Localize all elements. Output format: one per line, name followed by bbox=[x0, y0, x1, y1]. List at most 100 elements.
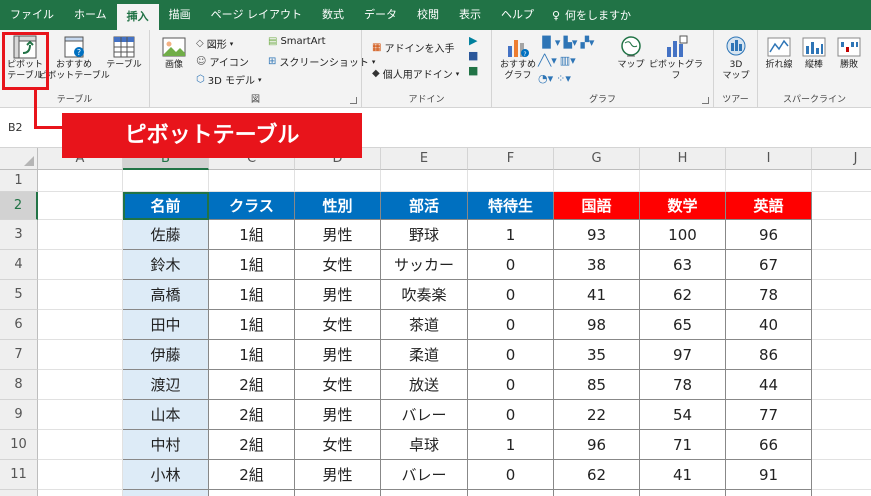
statistic-chart-icon[interactable]: ▥▾ bbox=[560, 54, 576, 67]
table-cell[interactable]: 卓球 bbox=[381, 430, 468, 460]
table-cell[interactable]: 女性 bbox=[295, 370, 381, 400]
table-cell[interactable]: 1組 bbox=[209, 340, 295, 370]
table-cell[interactable]: 29 bbox=[554, 490, 640, 496]
cell[interactable] bbox=[38, 220, 123, 250]
table-cell[interactable]: 35 bbox=[554, 340, 640, 370]
cell[interactable] bbox=[38, 400, 123, 430]
cell[interactable] bbox=[640, 170, 726, 192]
table-cell[interactable]: 0 bbox=[468, 250, 554, 280]
row-header-1[interactable]: 1 bbox=[0, 170, 38, 192]
sparkline-column-button[interactable]: 縦棒 bbox=[798, 34, 830, 71]
table-cell[interactable]: 女性 bbox=[295, 490, 381, 496]
table-cell[interactable]: 1 bbox=[468, 430, 554, 460]
table-cell[interactable]: 0 bbox=[468, 280, 554, 310]
sparkline-winloss-button[interactable]: 勝敗 bbox=[832, 34, 866, 71]
table-cell[interactable]: 1組 bbox=[209, 250, 295, 280]
column-header-E[interactable]: E bbox=[381, 148, 468, 170]
table-name-cell[interactable]: 田中 bbox=[123, 310, 209, 340]
table-cell[interactable]: 67 bbox=[726, 250, 812, 280]
tab-3[interactable]: 描画 bbox=[159, 0, 201, 30]
table-cell[interactable]: 97 bbox=[640, 340, 726, 370]
cell[interactable] bbox=[38, 250, 123, 280]
table-name-cell[interactable]: 伊藤 bbox=[123, 340, 209, 370]
row-header-6[interactable]: 6 bbox=[0, 310, 38, 340]
cell[interactable] bbox=[726, 170, 812, 192]
cell[interactable] bbox=[209, 170, 295, 192]
cell[interactable] bbox=[812, 170, 871, 192]
cell[interactable] bbox=[812, 340, 871, 370]
table-cell[interactable]: 0 bbox=[468, 460, 554, 490]
people-graph-icon[interactable]: ■ bbox=[468, 64, 478, 77]
cell[interactable] bbox=[38, 340, 123, 370]
column-header-I[interactable]: I bbox=[726, 148, 812, 170]
table-cell[interactable]: バレー bbox=[381, 400, 468, 430]
table-cell[interactable]: 62 bbox=[640, 280, 726, 310]
table-cell[interactable]: 1組 bbox=[209, 280, 295, 310]
cell[interactable] bbox=[812, 370, 871, 400]
table-cell[interactable]: 0 bbox=[468, 370, 554, 400]
table-header-cell[interactable]: 性別 bbox=[295, 192, 381, 220]
table-cell[interactable]: 91 bbox=[726, 460, 812, 490]
recommended-charts-button[interactable]: ? おすすめ グラフ bbox=[498, 34, 538, 82]
tab-0[interactable]: ファイル bbox=[0, 0, 64, 30]
column-header-H[interactable]: H bbox=[640, 148, 726, 170]
table-cell[interactable]: 65 bbox=[640, 310, 726, 340]
cell[interactable] bbox=[812, 250, 871, 280]
dialog-launcher-icon[interactable] bbox=[350, 97, 357, 104]
table-cell[interactable]: 野球 bbox=[381, 220, 468, 250]
table-cell[interactable]: 女性 bbox=[295, 250, 381, 280]
row-header-9[interactable]: 9 bbox=[0, 400, 38, 430]
row-header-7[interactable]: 7 bbox=[0, 340, 38, 370]
table-cell[interactable]: 2組 bbox=[209, 430, 295, 460]
tab-7[interactable]: 校閲 bbox=[407, 0, 449, 30]
sparkline-line-button[interactable]: 折れ線 bbox=[762, 34, 796, 71]
table-cell[interactable]: 77 bbox=[726, 400, 812, 430]
cell[interactable] bbox=[38, 430, 123, 460]
cell[interactable] bbox=[38, 460, 123, 490]
table-cell[interactable]: 73 bbox=[640, 490, 726, 496]
table-cell[interactable]: 吹奏楽 bbox=[381, 280, 468, 310]
table-cell[interactable]: 男性 bbox=[295, 220, 381, 250]
table-cell[interactable]: 93 bbox=[554, 220, 640, 250]
table-cell[interactable]: 女性 bbox=[295, 430, 381, 460]
personal-addins-button[interactable]: ◆ 個人用アドイン ▾ bbox=[372, 66, 459, 81]
cell[interactable] bbox=[38, 310, 123, 340]
column-chart-icon[interactable]: ▐▌▾ bbox=[538, 36, 560, 49]
table-cell[interactable]: 男性 bbox=[295, 400, 381, 430]
table-header-cell[interactable]: 英語 bbox=[726, 192, 812, 220]
cell[interactable] bbox=[38, 280, 123, 310]
table-header-cell[interactable]: 国語 bbox=[554, 192, 640, 220]
cell[interactable] bbox=[295, 170, 381, 192]
row-header-12[interactable]: 12 bbox=[0, 490, 38, 496]
table-cell[interactable]: 40 bbox=[726, 310, 812, 340]
table-cell[interactable]: 63 bbox=[640, 250, 726, 280]
table-header-cell[interactable]: 特待生 bbox=[468, 192, 554, 220]
table-cell[interactable]: 96 bbox=[726, 220, 812, 250]
table-header-cell[interactable]: 名前 bbox=[123, 192, 209, 220]
line-chart-icon[interactable]: ╱╲▾ bbox=[538, 54, 557, 67]
table-cell[interactable]: 44 bbox=[726, 370, 812, 400]
column-header-G[interactable]: G bbox=[554, 148, 640, 170]
table-name-cell[interactable]: 山本 bbox=[123, 400, 209, 430]
shapes-button[interactable]: ◇ 図形 ▾ bbox=[196, 36, 233, 51]
table-cell[interactable]: 62 bbox=[554, 460, 640, 490]
table-cell[interactable]: バレー bbox=[381, 460, 468, 490]
table-cell[interactable]: 1 bbox=[468, 220, 554, 250]
3d-map-button[interactable]: 3D マップ bbox=[718, 34, 754, 82]
table-cell[interactable]: 1組 bbox=[209, 220, 295, 250]
cell[interactable] bbox=[812, 430, 871, 460]
3d-models-button[interactable]: ⬡ 3D モデル ▾ bbox=[196, 72, 262, 87]
cell[interactable] bbox=[812, 280, 871, 310]
table-header-cell[interactable]: 数学 bbox=[640, 192, 726, 220]
image-button[interactable]: 画像 bbox=[156, 34, 192, 71]
row-header-10[interactable]: 10 bbox=[0, 430, 38, 460]
cell[interactable] bbox=[38, 490, 123, 496]
smartart-button[interactable]: ▤ SmartArt bbox=[268, 36, 326, 47]
tab-1[interactable]: ホーム bbox=[64, 0, 117, 30]
row-header-4[interactable]: 4 bbox=[0, 250, 38, 280]
cell[interactable] bbox=[812, 490, 871, 496]
row-header-3[interactable]: 3 bbox=[0, 220, 38, 250]
cell[interactable] bbox=[381, 170, 468, 192]
cell[interactable] bbox=[38, 192, 123, 220]
table-cell[interactable]: 放送 bbox=[381, 370, 468, 400]
